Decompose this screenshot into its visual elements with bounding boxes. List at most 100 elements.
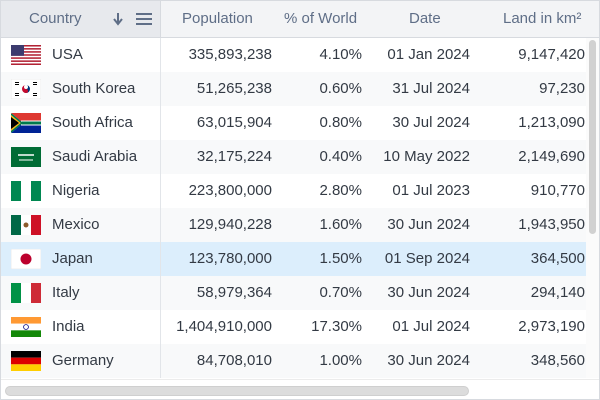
header-country-label: Country <box>29 10 82 27</box>
country-name: South Africa <box>52 114 133 131</box>
date-cell[interactable]: 31 Jul 2024 <box>362 72 470 106</box>
grid-header: Country Population % of World Date Land … <box>1 1 599 38</box>
horizontal-scroll-thumb[interactable] <box>5 386 469 396</box>
nigeria-flag-icon <box>11 181 41 201</box>
population-cell[interactable]: 84,708,010 <box>161 344 272 378</box>
row-values: 84,708,010 1.00% 30 Jun 2024 348,560 <box>161 344 586 378</box>
data-grid: Country Population % of World Date Land … <box>0 0 600 400</box>
date-cell[interactable]: 01 Jan 2024 <box>362 38 470 72</box>
land-cell[interactable]: 294,140 <box>470 276 585 310</box>
country-cell[interactable]: Nigeria <box>1 174 161 208</box>
land-cell[interactable]: 1,213,090 <box>470 106 585 140</box>
country-name: Saudi Arabia <box>52 148 138 165</box>
pct-world-cell[interactable]: 4.10% <box>272 38 362 72</box>
country-cell[interactable]: USA <box>1 38 161 72</box>
pct-world-cell[interactable]: 0.70% <box>272 276 362 310</box>
population-cell[interactable]: 1,404,910,000 <box>161 310 272 344</box>
country-name: Mexico <box>52 216 100 233</box>
header-land[interactable]: Land in km² <box>503 1 585 37</box>
column-menu-icon[interactable] <box>133 1 155 37</box>
row-values: 1,404,910,000 17.30% 01 Jul 2024 2,973,190 <box>161 310 586 344</box>
pct-world-cell[interactable]: 1.60% <box>272 208 362 242</box>
table-row[interactable]: India 1,404,910,000 17.30% 01 Jul 2024 2,973… <box>1 310 586 344</box>
land-cell[interactable]: 2,973,190 <box>470 310 585 344</box>
date-cell[interactable]: 10 May 2022 <box>362 140 470 174</box>
header-pct-world[interactable]: % of World <box>284 1 357 37</box>
population-cell[interactable]: 58,979,364 <box>161 276 272 310</box>
land-cell[interactable]: 910,770 <box>470 174 585 208</box>
pct-world-cell[interactable]: 0.60% <box>272 72 362 106</box>
population-cell[interactable]: 223,800,000 <box>161 174 272 208</box>
pct-world-cell[interactable]: 0.40% <box>272 140 362 174</box>
header-country[interactable]: Country <box>1 1 161 37</box>
population-cell[interactable]: 63,015,904 <box>161 106 272 140</box>
date-cell[interactable]: 30 Jun 2024 <box>362 208 470 242</box>
vertical-scrollbar[interactable] <box>586 38 599 378</box>
grid-body: USA 335,893,238 4.10% 01 Jan 2024 9,147,420 S… <box>1 38 586 378</box>
land-cell[interactable]: 1,943,950 <box>470 208 585 242</box>
table-row[interactable]: Saudi Arabia 32,175,224 0.40% 10 May 2022 2,… <box>1 140 586 174</box>
land-cell[interactable]: 348,560 <box>470 344 585 378</box>
country-name: Japan <box>52 250 93 267</box>
row-values: 129,940,228 1.60% 30 Jun 2024 1,943,950 <box>161 208 586 242</box>
usa-flag-icon <box>11 45 41 65</box>
date-cell[interactable]: 30 Jun 2024 <box>362 344 470 378</box>
sort-descending-icon[interactable] <box>109 1 127 37</box>
date-cell[interactable]: 01 Jul 2023 <box>362 174 470 208</box>
germany-flag-icon <box>11 351 41 371</box>
table-row[interactable]: USA 335,893,238 4.10% 01 Jan 2024 9,147,420 <box>1 38 586 72</box>
country-cell[interactable]: India <box>1 310 161 344</box>
country-cell[interactable]: Germany <box>1 344 161 378</box>
table-row[interactable]: South Africa 63,015,904 0.80% 30 Jul 2024 1,… <box>1 106 586 140</box>
table-row[interactable]: Japan 123,780,000 1.50% 01 Sep 2024 364,500 <box>1 242 586 276</box>
pct-world-cell[interactable]: 1.00% <box>272 344 362 378</box>
date-cell[interactable]: 01 Jul 2024 <box>362 310 470 344</box>
population-cell[interactable]: 335,893,238 <box>161 38 272 72</box>
table-row[interactable]: Germany 84,708,010 1.00% 30 Jun 2024 348,560 <box>1 344 586 378</box>
date-cell[interactable]: 30 Jun 2024 <box>362 276 470 310</box>
land-cell[interactable]: 364,500 <box>470 242 585 276</box>
country-cell[interactable]: South Africa <box>1 106 161 140</box>
population-cell[interactable]: 51,265,238 <box>161 72 272 106</box>
date-cell[interactable]: 01 Sep 2024 <box>362 242 470 276</box>
mexico-flag-icon <box>11 215 41 235</box>
header-population[interactable]: Population <box>182 1 253 37</box>
row-values: 51,265,238 0.60% 31 Jul 2024 97,230 <box>161 72 586 106</box>
population-cell[interactable]: 129,940,228 <box>161 208 272 242</box>
header-date[interactable]: Date <box>409 1 441 37</box>
land-cell[interactable]: 2,149,690 <box>470 140 585 174</box>
country-cell[interactable]: Japan <box>1 242 161 276</box>
india-flag-icon <box>11 317 41 337</box>
horizontal-scrollbar[interactable] <box>1 379 599 399</box>
south-korea-flag-icon <box>10 78 42 100</box>
pct-world-cell[interactable]: 17.30% <box>272 310 362 344</box>
row-values: 223,800,000 2.80% 01 Jul 2023 910,770 <box>161 174 586 208</box>
country-name: Italy <box>52 284 80 301</box>
population-cell[interactable]: 32,175,224 <box>161 140 272 174</box>
pct-world-cell[interactable]: 1.50% <box>272 242 362 276</box>
japan-flag-icon <box>10 248 42 270</box>
country-cell[interactable]: Italy <box>1 276 161 310</box>
table-row[interactable]: South Korea 51,265,238 0.60% 31 Jul 2024 97,… <box>1 72 586 106</box>
table-row[interactable]: Italy 58,979,364 0.70% 30 Jun 2024 294,140 <box>1 276 586 310</box>
country-cell[interactable]: South Korea <box>1 72 161 106</box>
date-cell[interactable]: 30 Jul 2024 <box>362 106 470 140</box>
row-values: 63,015,904 0.80% 30 Jul 2024 1,213,090 <box>161 106 586 140</box>
saudi-arabia-flag-icon <box>11 147 41 167</box>
country-name: Germany <box>52 352 114 369</box>
country-cell[interactable]: Mexico <box>1 208 161 242</box>
land-cell[interactable]: 9,147,420 <box>470 38 585 72</box>
south-africa-flag-icon <box>10 113 41 133</box>
pct-world-cell[interactable]: 0.80% <box>272 106 362 140</box>
population-cell[interactable]: 123,780,000 <box>161 242 272 276</box>
land-cell[interactable]: 97,230 <box>470 72 585 106</box>
row-values: 335,893,238 4.10% 01 Jan 2024 9,147,420 <box>161 38 586 72</box>
vertical-scroll-thumb[interactable] <box>589 40 596 234</box>
country-name: USA <box>52 46 83 63</box>
country-cell[interactable]: Saudi Arabia <box>1 140 161 174</box>
table-row[interactable]: Nigeria 223,800,000 2.80% 01 Jul 2023 910,77… <box>1 174 586 208</box>
table-row[interactable]: Mexico 129,940,228 1.60% 30 Jun 2024 1,943,9… <box>1 208 586 242</box>
pct-world-cell[interactable]: 2.80% <box>272 174 362 208</box>
italy-flag-icon <box>11 283 41 303</box>
row-values: 32,175,224 0.40% 10 May 2022 2,149,690 <box>161 140 586 174</box>
